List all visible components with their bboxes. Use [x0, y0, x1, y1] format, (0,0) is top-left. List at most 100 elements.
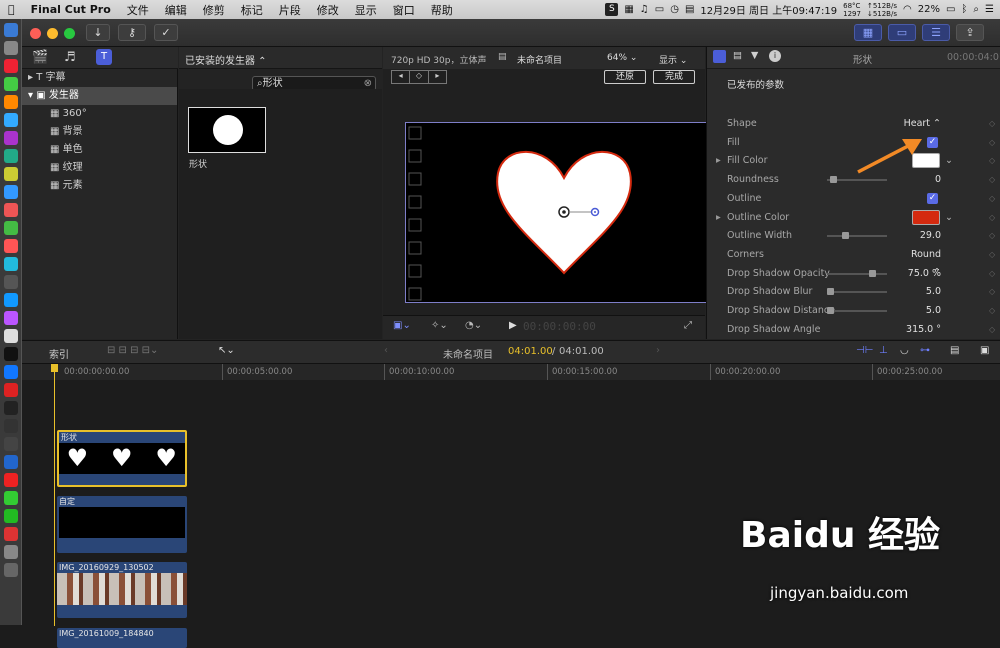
- yandex-icon[interactable]: [4, 473, 18, 487]
- sidebar-item-backgrounds[interactable]: ▦ 背景: [22, 123, 177, 141]
- notification-icon[interactable]: ☰: [985, 4, 994, 15]
- color-swatch[interactable]: [912, 209, 940, 225]
- disclosure-icon[interactable]: ▸: [716, 152, 721, 170]
- sidebar-item-elements[interactable]: ▦ 元素: [22, 177, 177, 195]
- app-icon-green[interactable]: [4, 77, 18, 91]
- keyframe-icon[interactable]: ◇: [989, 115, 995, 133]
- app-icon-green2[interactable]: [4, 221, 18, 235]
- param-slider[interactable]: [827, 288, 887, 296]
- zoom-popup[interactable]: 64% ⌄: [607, 53, 637, 63]
- menu-edit[interactable]: 编辑: [157, 2, 195, 18]
- keyframe-icon[interactable]: ◇: [989, 190, 995, 208]
- add-keyframe-icon[interactable]: ◇: [409, 71, 429, 83]
- param-value[interactable]: 5.0: [901, 283, 941, 301]
- film-icon[interactable]: ▤: [733, 50, 742, 61]
- launchpad-icon[interactable]: [4, 41, 18, 55]
- wifi-icon[interactable]: ◠: [903, 4, 912, 15]
- safari-icon[interactable]: [4, 113, 18, 127]
- timeline-ruler[interactable]: 00:00:00:00.00 00:00:05:00.00 00:00:10:0…: [22, 364, 1000, 380]
- close-window-button[interactable]: [30, 28, 41, 39]
- slider-knob[interactable]: [869, 269, 876, 277]
- menu-mark[interactable]: 标记: [233, 2, 271, 18]
- index-button[interactable]: 索引: [49, 346, 69, 361]
- app-icon-red2[interactable]: [4, 383, 18, 397]
- status-s-icon[interactable]: S: [605, 3, 619, 16]
- message-icon[interactable]: ▭: [655, 4, 664, 15]
- app-icon-dark[interactable]: [4, 419, 18, 433]
- param-row[interactable]: Outline ✓ ◇: [707, 190, 1000, 208]
- bluetooth-icon[interactable]: ᛒ: [961, 4, 967, 15]
- keyframe-icon[interactable]: ◇: [989, 227, 995, 245]
- terminal-icon[interactable]: [4, 401, 18, 415]
- app-icon-white[interactable]: [4, 329, 18, 343]
- battery-text[interactable]: 22%: [918, 4, 940, 15]
- sidebar-item-textures[interactable]: ▦ 纹理: [22, 159, 177, 177]
- param-value[interactable]: Heart ⌃: [901, 115, 941, 133]
- slider-knob[interactable]: [827, 307, 834, 314]
- next-keyframe-icon[interactable]: ▸: [429, 71, 446, 83]
- param-row[interactable]: Drop Shadow Angle 315.0 ° ◇: [707, 321, 1000, 339]
- spotlight-icon[interactable]: ⌕: [973, 4, 979, 15]
- color-icon[interactable]: ▼: [751, 50, 758, 61]
- show-timeline-button[interactable]: ▭: [888, 24, 916, 41]
- zoom-window-button[interactable]: [64, 28, 75, 39]
- forward-icon[interactable]: ›: [656, 345, 660, 356]
- sidebar-item-360[interactable]: ▦ 360°: [22, 105, 177, 123]
- param-value[interactable]: 5.0: [901, 302, 941, 320]
- param-slider[interactable]: [827, 232, 887, 240]
- slider-knob[interactable]: [827, 288, 834, 296]
- calendar-icon[interactable]: ▤: [685, 4, 694, 15]
- generator-inspector-icon[interactable]: [713, 50, 726, 63]
- app-icon-red[interactable]: [4, 59, 18, 73]
- param-checkbox[interactable]: ✓: [927, 192, 938, 204]
- keyframe-icon[interactable]: ◇: [989, 321, 995, 339]
- param-row[interactable]: Corners Round ⌃ ◇: [707, 246, 1000, 278]
- slider-knob[interactable]: [842, 232, 849, 240]
- app-icon-yellow[interactable]: [4, 167, 18, 181]
- timeline-clip-custom[interactable]: 自定: [57, 496, 187, 553]
- calendar-dock-icon[interactable]: [4, 203, 18, 217]
- timeline-clip-photo-1[interactable]: IMG_20160929_130502: [57, 562, 187, 618]
- keyword-button[interactable]: ⚷: [118, 24, 146, 41]
- app-icon-purple[interactable]: [4, 131, 18, 145]
- keyframe-icon[interactable]: ◇: [989, 134, 995, 152]
- param-row[interactable]: Drop Shadow Distance 5.0 ◇: [707, 302, 1000, 320]
- snapping-icon[interactable]: ⊶: [920, 345, 930, 356]
- clock-icon[interactable]: ◷: [670, 4, 679, 15]
- sidebar-item-titles[interactable]: ▸ T 字幕: [22, 69, 177, 87]
- timecode-display[interactable]: 00:00:00:00: [523, 320, 596, 333]
- keyframe-icon[interactable]: ◇: [989, 265, 995, 283]
- appletv-icon[interactable]: [4, 347, 18, 361]
- background-tasks-button[interactable]: ✓: [154, 24, 178, 41]
- playhead[interactable]: [54, 364, 55, 626]
- fullscreen-icon[interactable]: ⤢: [684, 320, 692, 331]
- app-menu[interactable]: Final Cut Pro: [23, 3, 119, 16]
- sidebar-item-generators[interactable]: ▾ ▣ 发生器: [22, 87, 177, 105]
- param-row[interactable]: ▸ Outline Color ⌄ ◇: [707, 209, 1000, 227]
- menu-trim[interactable]: 修剪: [195, 2, 233, 18]
- select-tool-icon[interactable]: ↖⌄: [218, 345, 235, 356]
- keyframe-icon[interactable]: ◇: [989, 209, 995, 227]
- podcast-icon[interactable]: [4, 311, 18, 325]
- done-button[interactable]: 完成: [653, 70, 695, 84]
- menu-window[interactable]: 窗口: [385, 2, 423, 18]
- weibo-icon[interactable]: [4, 527, 18, 541]
- param-value[interactable]: 315.0 °: [901, 321, 941, 339]
- show-browser-button[interactable]: ▦: [854, 24, 882, 41]
- sidebar-item-solids[interactable]: ▦ 单色: [22, 141, 177, 159]
- photos-icon[interactable]: [4, 239, 18, 253]
- show-inspector-button[interactable]: ☰: [922, 24, 950, 41]
- app-icon-orange[interactable]: [4, 95, 18, 109]
- monitor-icon[interactable]: [4, 437, 18, 451]
- info-icon[interactable]: i: [769, 50, 781, 62]
- skimming-icon[interactable]: ⊣⊢: [856, 345, 873, 356]
- music-browser-icon[interactable]: ♬: [64, 50, 76, 65]
- param-row[interactable]: Drop Shadow Blur 5.0 ◇: [707, 283, 1000, 301]
- param-row[interactable]: Shape Heart ⌃ ◇: [707, 115, 1000, 133]
- param-value[interactable]: 29.0: [901, 227, 941, 245]
- param-row[interactable]: Drop Shadow Opacity 75.0 % ◇: [707, 265, 1000, 283]
- param-row[interactable]: Outline Width 29.0 ◇: [707, 227, 1000, 245]
- timeline-clip-photo-2[interactable]: IMG_20161009_184840: [57, 628, 187, 648]
- slider-knob[interactable]: [830, 176, 837, 184]
- disclosure-icon[interactable]: ▸: [716, 209, 721, 227]
